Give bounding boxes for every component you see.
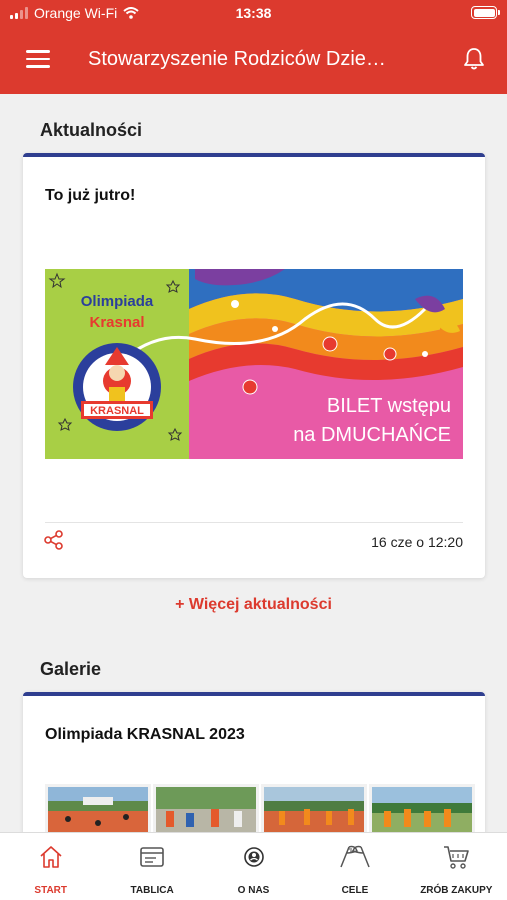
- tab-cele[interactable]: CELE: [304, 833, 405, 900]
- banner-ticket-line2: na DMUCHAŃCE: [293, 423, 451, 446]
- logo-wordmark: KRASNAL: [90, 405, 144, 417]
- board-icon: [140, 847, 164, 867]
- news-section-title: Aktualności: [40, 120, 143, 140]
- news-banner-image[interactable]: KRASNAL Olimpiada Krasnal BILET wstępu n…: [45, 269, 463, 459]
- tab-start[interactable]: START: [0, 833, 101, 900]
- bell-icon[interactable]: [461, 46, 487, 72]
- home-icon: [40, 846, 62, 868]
- banner-ticket-line1: BILET wstępu: [327, 395, 451, 417]
- cart-icon: [444, 846, 470, 869]
- tab-label: START: [34, 885, 67, 896]
- banner-title-line2: Krasnal: [89, 314, 144, 331]
- battery-icon: [471, 6, 500, 19]
- tab-zrob-zakupy[interactable]: ZRÓB ZAKUPY: [406, 833, 507, 900]
- app-title: Stowarzyszenie Rodziców Dzie…: [88, 48, 386, 70]
- banner-title-line1: Olimpiada: [81, 293, 154, 310]
- share-icon[interactable]: [43, 529, 65, 551]
- tab-label: O NAS: [237, 885, 270, 896]
- card-divider: [45, 522, 463, 523]
- tab-o-nas[interactable]: O NAS: [203, 833, 304, 900]
- status-bar: Orange Wi-Fi 13:38: [0, 0, 507, 26]
- bottom-tab-bar: START TABLICA O NAS CELE ZRÓB ZAKUPY: [0, 832, 507, 900]
- news-post-title: To już jutro!: [45, 187, 136, 204]
- tab-label: CELE: [341, 885, 369, 896]
- tab-label: TABLICA: [130, 885, 174, 896]
- tab-tablica[interactable]: TABLICA: [101, 833, 202, 900]
- about-icon: [243, 847, 264, 867]
- tab-label: ZRÓB ZAKUPY: [420, 885, 493, 896]
- news-post-date: 16 cze o 12:20: [371, 534, 463, 550]
- hamburger-menu-icon[interactable]: [26, 50, 50, 70]
- app-bar: Stowarzyszenie Rodziców Dzie…: [0, 26, 507, 94]
- more-news-link[interactable]: + Więcej aktualności: [0, 596, 507, 614]
- gallery-section-title: Galerie: [40, 659, 102, 679]
- flags-icon: [340, 845, 370, 868]
- clock: 13:38: [235, 5, 272, 21]
- news-card[interactable]: To już jutro! KRASNAL Olimpiada Krasnal …: [23, 153, 485, 578]
- gallery-album-title: Olimpiada KRASNAL 2023: [45, 726, 245, 743]
